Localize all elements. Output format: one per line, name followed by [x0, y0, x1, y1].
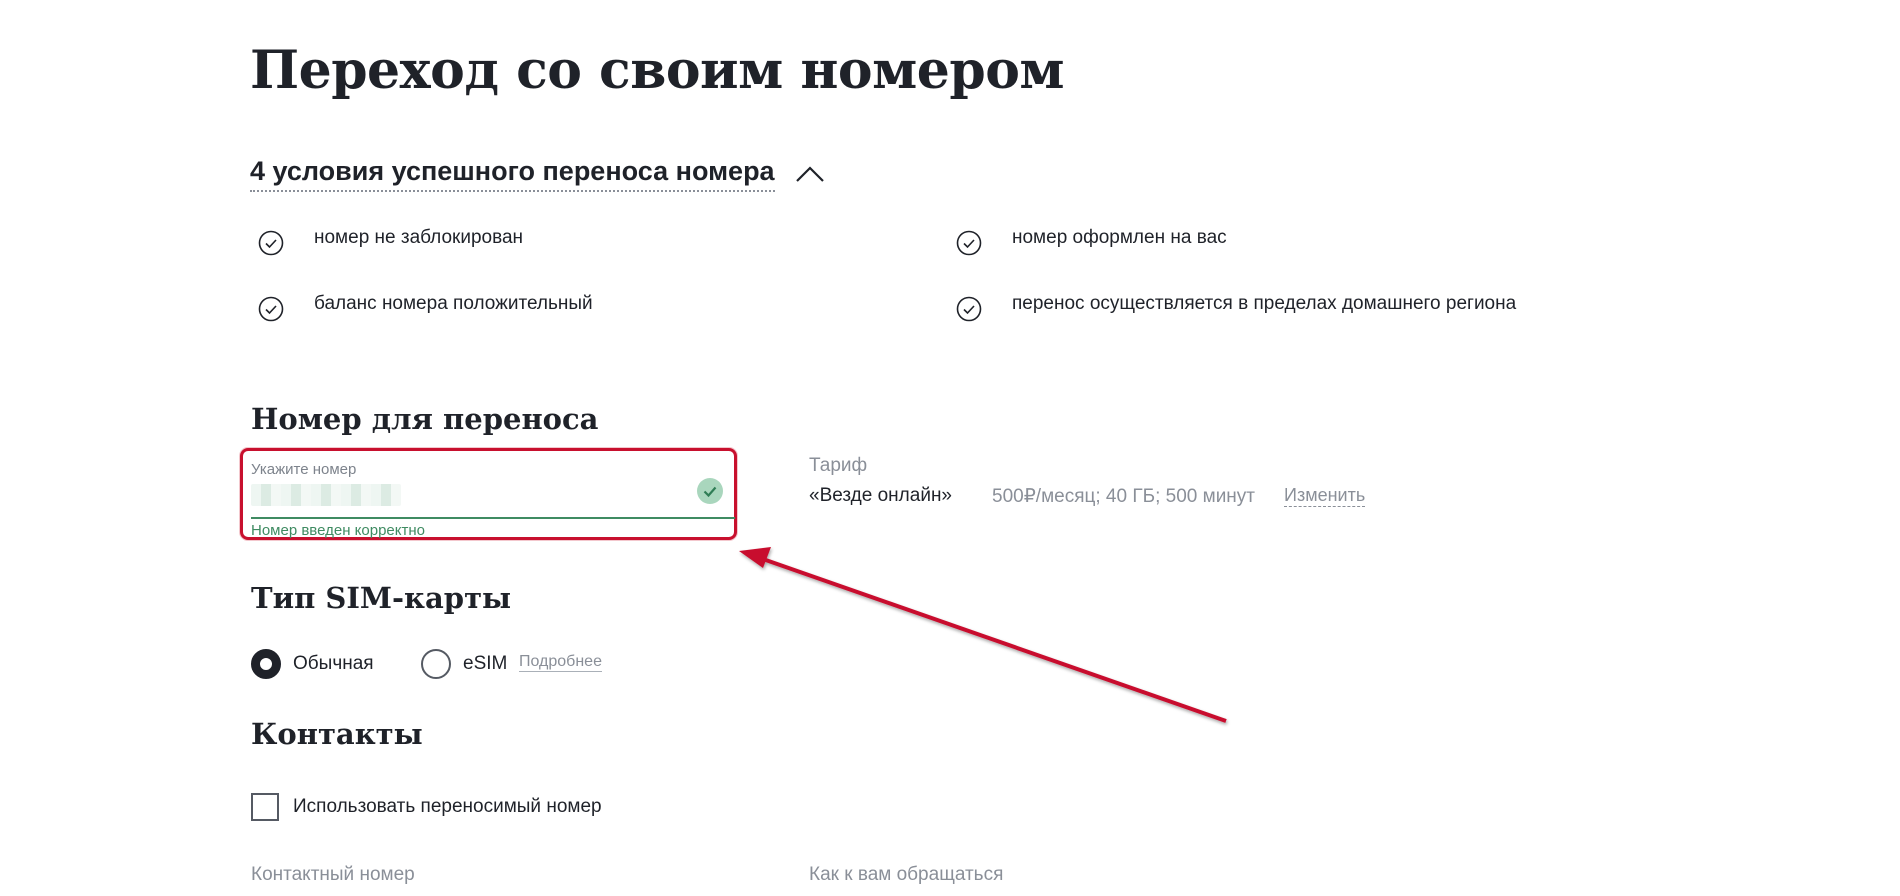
phone-input-underline — [251, 517, 735, 519]
esim-more-link[interactable]: Подробнее — [519, 653, 602, 672]
radio-selected[interactable] — [251, 649, 281, 679]
name-field-label: Как к вам обращаться — [809, 864, 1004, 885]
contact-number-label: Контактный номер — [251, 864, 415, 885]
use-number-checkbox[interactable] — [251, 793, 279, 821]
page-title: Переход со своим номером — [250, 40, 1065, 101]
check-circle-icon — [258, 230, 284, 256]
check-circle-icon — [956, 230, 982, 256]
condition-text: перенос осуществляется в пределах домашн… — [1012, 293, 1517, 314]
contacts-heading: Контакты — [251, 717, 423, 751]
change-tariff-link[interactable]: Изменить — [1284, 485, 1366, 507]
sim-option-label: Обычная — [293, 653, 374, 674]
use-number-checkbox-row[interactable]: Использовать переносимый номер — [251, 793, 602, 821]
conditions-toggle-label: 4 условия успешного переноса номера — [250, 156, 775, 192]
sim-option-esim[interactable]: eSIM — [421, 649, 507, 679]
condition-item: баланс номера положительный — [258, 293, 593, 322]
condition-item: перенос осуществляется в пределах домашн… — [956, 293, 1516, 322]
check-circle-icon — [956, 296, 982, 322]
phone-input-label: Укажите номер — [251, 461, 357, 478]
validation-message: Номер введен корректно — [251, 522, 425, 539]
condition-text: номер не заблокирован — [314, 227, 524, 248]
condition-item: номер не заблокирован — [258, 227, 523, 256]
chevron-up-icon — [795, 166, 824, 182]
conditions-toggle[interactable]: 4 условия успешного переноса номера — [250, 156, 825, 192]
sim-section-heading: Тип SIM-карты — [251, 581, 512, 615]
phone-input[interactable] — [251, 484, 401, 506]
check-circle-icon — [258, 296, 284, 322]
use-number-checkbox-label: Использовать переносимый номер — [293, 796, 602, 817]
tariff-label: Тариф — [809, 455, 868, 476]
sim-option-regular[interactable]: Обычная — [251, 649, 374, 679]
tariff-details: 500₽/месяц; 40 ГБ; 500 минут — [992, 486, 1256, 507]
radio-unselected[interactable] — [421, 649, 451, 679]
condition-item: номер оформлен на вас — [956, 227, 1227, 256]
condition-text: баланс номера положительный — [314, 293, 593, 314]
valid-check-icon — [697, 478, 723, 504]
condition-text: номер оформлен на вас — [1012, 227, 1227, 248]
tariff-name: «Везде онлайн» — [809, 485, 953, 506]
number-section-heading: Номер для переноса — [251, 402, 599, 436]
sim-option-label: eSIM — [463, 653, 508, 674]
